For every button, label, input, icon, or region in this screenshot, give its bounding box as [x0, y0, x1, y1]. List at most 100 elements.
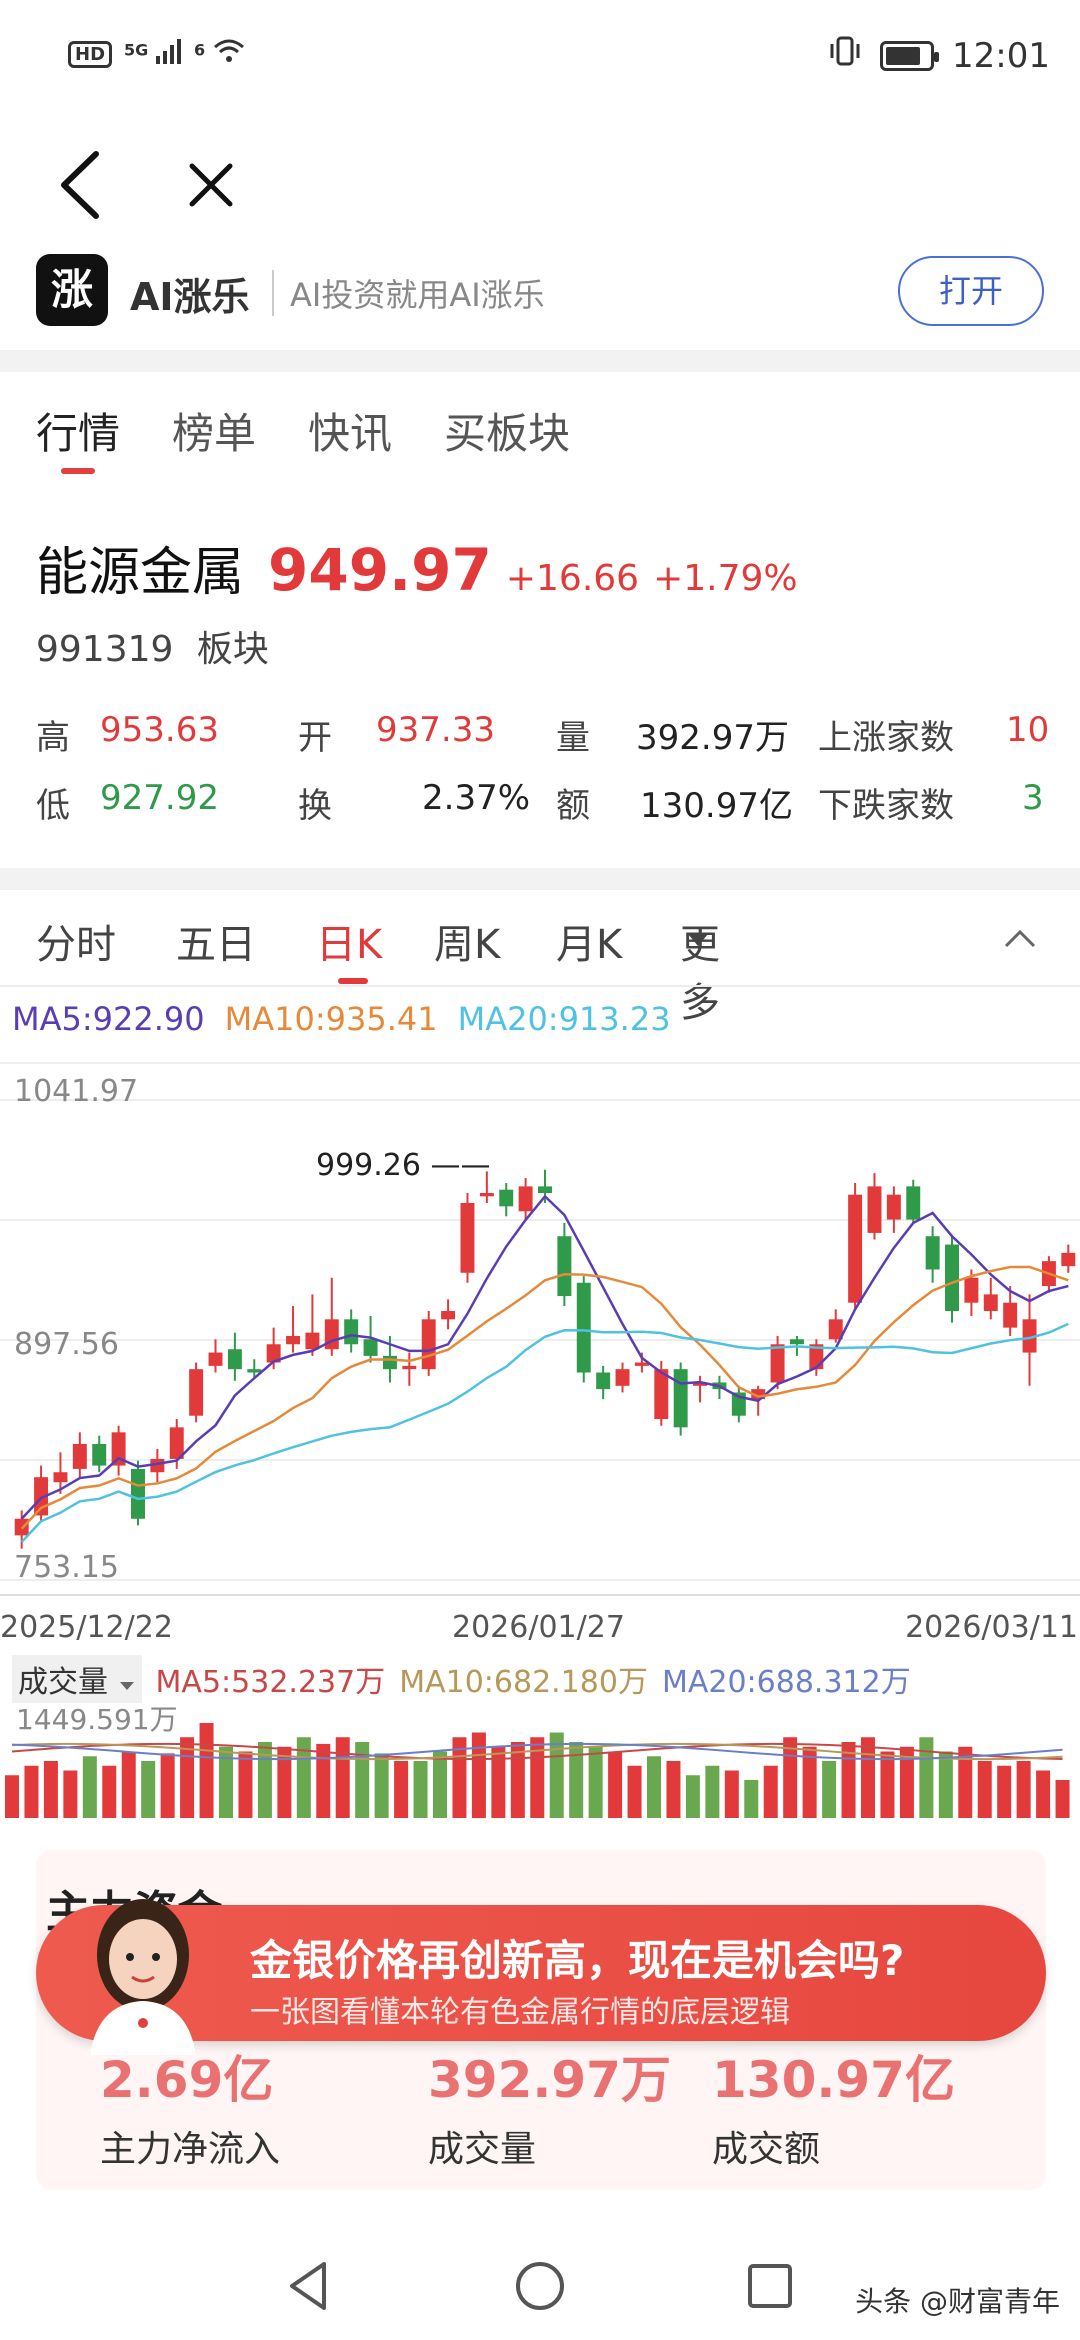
candle-body: [1061, 1252, 1076, 1267]
volume-bar: [647, 1756, 662, 1818]
volume-bar: [160, 1753, 175, 1818]
candle-body: [596, 1372, 611, 1390]
open-label: 开: [298, 718, 332, 758]
volume-bar: [121, 1751, 136, 1818]
code-value: 991319: [36, 629, 174, 670]
price-change-pct: +1.79%: [653, 558, 798, 599]
volume-selector[interactable]: 成交量: [12, 1655, 142, 1703]
ma10-label: MA10:935.41: [224, 1000, 438, 1038]
back-arrow-icon: [61, 151, 99, 219]
volume-bar: [82, 1756, 97, 1818]
vol-ma10-label: MA10:682.180万: [399, 1665, 648, 1700]
candle-body: [460, 1202, 475, 1273]
system-home-icon[interactable]: [510, 2256, 570, 2316]
ma5-label: MA5:922.90: [12, 1000, 205, 1038]
sector-code: 991319 板块: [36, 620, 269, 672]
x-tick-label: 2026/01/27: [452, 1610, 625, 1645]
volume-bar: [491, 1746, 506, 1818]
candle-body: [615, 1369, 630, 1386]
tab-quote[interactable]: 行情: [36, 400, 120, 474]
candle-body: [983, 1294, 998, 1312]
app-logo[interactable]: 涨: [36, 254, 108, 326]
candle-body: [131, 1468, 145, 1519]
volume-bar: [919, 1737, 934, 1818]
current-price: 949.97: [268, 536, 492, 604]
low-value: 927.92: [100, 778, 219, 818]
volume-bar: [997, 1765, 1012, 1818]
volume-bar: [880, 1751, 895, 1818]
volume-bar: [5, 1775, 20, 1818]
volume-bar: [938, 1751, 953, 1818]
system-recents-icon[interactable]: [740, 2256, 800, 2316]
volume-bar: [608, 1751, 623, 1818]
open-app-button[interactable]: 打开: [898, 256, 1044, 326]
candle-body: [227, 1349, 242, 1370]
ma-legend: MA5:922.90 MA10:935.41 MA20:913.23: [12, 1000, 671, 1038]
amount-label: 额: [556, 786, 590, 826]
clock: 12:01: [952, 35, 1050, 76]
flow-volume-value: 392.97万: [428, 2051, 671, 2109]
candle-body: [421, 1319, 436, 1370]
tab-weekly-k[interactable]: 周K: [434, 912, 500, 970]
volume-bar: [238, 1751, 253, 1818]
up-count-value: 10: [1006, 710, 1050, 750]
turnover-label: 换: [298, 786, 332, 826]
y-tick-label: 897.56: [14, 1327, 119, 1362]
y-tick-label: 1041.97: [14, 1074, 138, 1109]
turnover-value: 2.37%: [422, 778, 531, 818]
price-change: +16.66: [505, 558, 640, 599]
code-type: 板块: [196, 629, 269, 670]
tab-five-day[interactable]: 五日: [176, 912, 256, 970]
nav-bar: [0, 120, 1080, 250]
tab-daily-k[interactable]: 日K: [316, 912, 382, 984]
kline-chart[interactable]: 1041.97 897.56 753.15 999.26 —— 2025/12/22 20…: [0, 1055, 1080, 1655]
signal-5g-icon: 5G: [124, 38, 182, 70]
volume-bar: [471, 1732, 486, 1818]
volume-chart[interactable]: [0, 1700, 1080, 1820]
hd-icon: HD: [68, 40, 113, 68]
candle-body: [789, 1339, 804, 1345]
candle-body: [557, 1236, 572, 1297]
app-slogan: AI投资就用AI涨乐: [272, 270, 545, 316]
volume-value: 392.97万: [636, 718, 789, 758]
volume-bar: [666, 1761, 681, 1818]
candle-body: [53, 1472, 68, 1483]
tab-ranking[interactable]: 榜单: [172, 400, 256, 461]
close-button[interactable]: [166, 140, 256, 230]
tab-buy-sector[interactable]: 买板块: [444, 400, 570, 461]
tab-intraday[interactable]: 分时: [36, 912, 116, 970]
candle-body: [945, 1244, 959, 1312]
candle-body: [925, 1236, 940, 1270]
candle-body: [189, 1369, 204, 1416]
candle-body: [538, 1186, 552, 1194]
volume-label: 成交量: [18, 1665, 108, 1700]
stats-row-2: 低 927.92 换 2.37% 额 130.97亿 下跌家数 3: [36, 778, 1056, 846]
ma5-line: [20, 1194, 1069, 1520]
high-value: 953.63: [100, 710, 219, 750]
network-indicators: HD 5G 6: [68, 38, 245, 70]
status-bar: HD 5G 6 12:01: [0, 0, 1080, 120]
volume-bar: [822, 1761, 837, 1818]
candle-body: [441, 1311, 456, 1320]
volume-bar: [413, 1761, 428, 1818]
system-indicators: 12:01: [828, 34, 1050, 77]
up-count-label: 上涨家数: [818, 718, 954, 758]
tab-news[interactable]: 快讯: [308, 400, 392, 461]
collapse-button[interactable]: [1000, 918, 1040, 964]
candle-body: [499, 1189, 514, 1207]
vol-ma20-label: MA20:688.312万: [661, 1665, 911, 1700]
system-back-icon[interactable]: [280, 2256, 340, 2316]
volume-bar: [627, 1765, 642, 1818]
tab-monthly-k[interactable]: 月K: [556, 912, 622, 970]
candle-body: [518, 1186, 533, 1212]
wifi-icon: 6: [194, 38, 245, 70]
candle-body: [208, 1352, 223, 1366]
flow-volume-label: 成交量: [428, 2129, 537, 2170]
candle-body: [1003, 1302, 1018, 1328]
x-tick-label: 2026/03/11: [905, 1610, 1078, 1645]
back-button[interactable]: [36, 140, 126, 230]
volume-bar: [63, 1770, 78, 1818]
volume-bar: [141, 1761, 156, 1818]
flow-amount-value: 130.97亿: [712, 2051, 955, 2109]
tab-more[interactable]: 更多: [680, 912, 720, 1026]
